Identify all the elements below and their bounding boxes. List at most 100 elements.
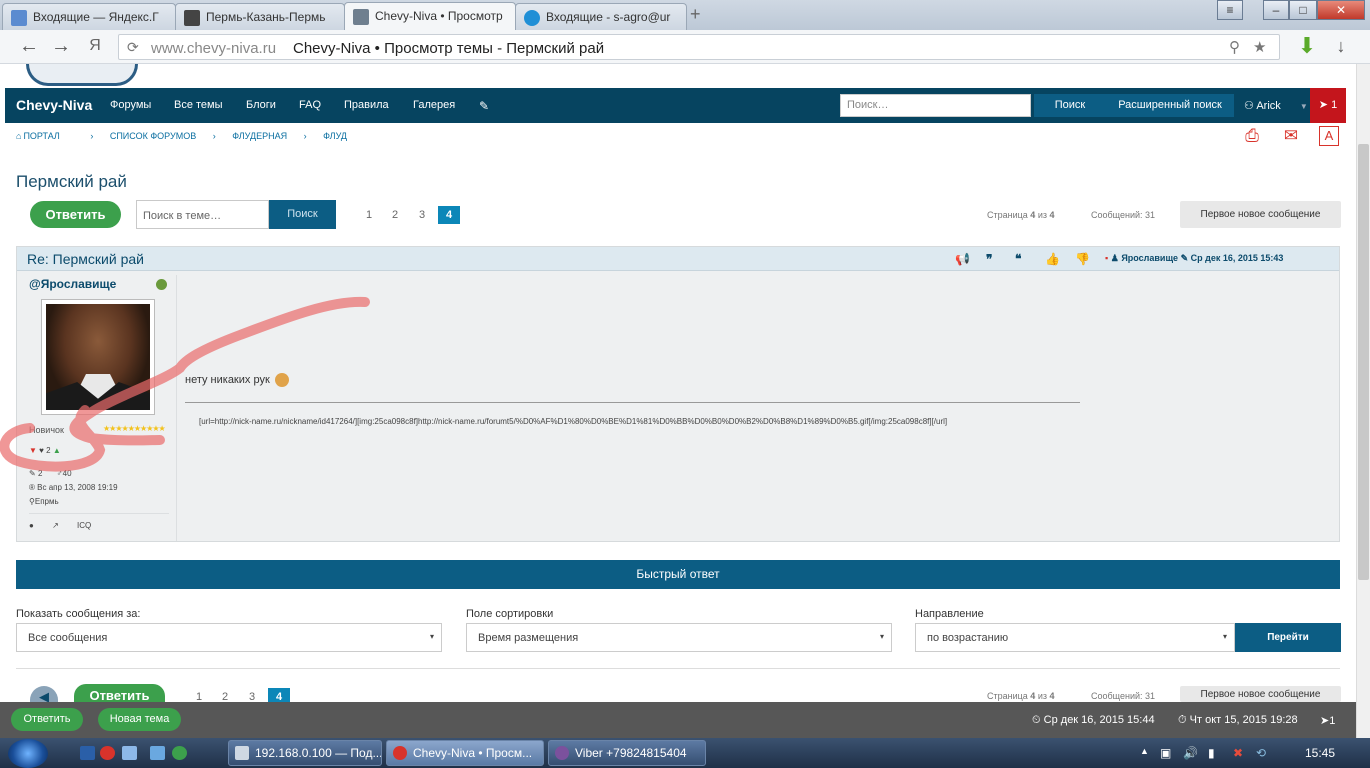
current-time: ⏲ Ср дек 16, 2015 15:44	[1032, 714, 1155, 726]
new-tab-icon[interactable]: +	[690, 5, 708, 24]
arrow-left-icon[interactable]: ←	[18, 36, 40, 58]
save-icon[interactable]	[80, 746, 95, 760]
post-username[interactable]: @Ярославище	[29, 277, 116, 291]
breadcrumb-flud[interactable]: Флуд	[323, 131, 347, 141]
browser-tab-perm-kazan[interactable]: Пермь-Казань-Пермь	[175, 3, 345, 30]
post-profile: @Ярославище Новичок ★★★★★★★★★★ ▼ ♥ 2 ▲ ✎…	[23, 275, 177, 541]
bottombar-reply-button[interactable]: Ответить	[11, 708, 83, 731]
last-visit-time: ⏱ Чт окт 15, 2015 19:28	[1178, 714, 1298, 726]
first-new-message-button[interactable]: Первое новое сообщение	[1180, 201, 1341, 228]
brand-link[interactable]: Chevy-Niva	[16, 97, 92, 113]
nav-search-input[interactable]: Поиск…	[840, 94, 1031, 117]
browser-tab-chevy-niva[interactable]: Chevy-Niva • Просмотр	[344, 2, 516, 30]
breadcrumb-forum-list[interactable]: Список форумов	[110, 131, 196, 141]
maximize-icon[interactable]: □	[1289, 0, 1317, 20]
tray-device-icon[interactable]: ▣	[1160, 746, 1171, 760]
page-scrollbar[interactable]	[1356, 64, 1370, 738]
nav-blogs[interactable]: Блоги	[246, 99, 276, 111]
bottom-messages-count: Сообщений: 31	[1091, 691, 1156, 701]
page-link-2[interactable]: 2	[384, 206, 406, 224]
scrollbar-thumb[interactable]	[1358, 144, 1369, 580]
nav-forums[interactable]: Форумы	[110, 99, 151, 111]
translate-icon[interactable]: A	[1319, 126, 1339, 146]
page-title[interactable]: Пермский рай	[16, 172, 127, 192]
report-icon[interactable]: 📢	[955, 252, 970, 266]
browser-menu-icon[interactable]: ≡	[1217, 0, 1243, 20]
notifications-button[interactable]: ➤ 1	[1310, 88, 1346, 123]
arrow-right-icon[interactable]: →	[50, 36, 72, 58]
sync-icon[interactable]: ⟲	[1256, 746, 1266, 760]
bottom-first-new-message-button[interactable]: Первое новое сообщение	[1180, 686, 1341, 702]
browser-tab-s-agro-mail[interactable]: Входящие - s-agro@ur	[515, 3, 687, 30]
volume-icon[interactable]: 🔊	[1183, 746, 1198, 760]
taskbar-task-remote[interactable]: 192.168.0.100 — Под...	[228, 740, 382, 766]
zoom-icon[interactable]: ⚲	[1229, 38, 1240, 56]
download-icon[interactable]: ⬇	[1296, 35, 1318, 58]
chat-icon[interactable]: ●	[29, 521, 34, 530]
taskbar-clock[interactable]: 15:45	[1305, 746, 1335, 760]
explorer-icon[interactable]	[122, 746, 137, 760]
quote-icon[interactable]: ❞	[986, 252, 992, 266]
breadcrumb-portal[interactable]: ⌂ Портал	[16, 131, 74, 141]
post-signature: [url=http://nick-name.ru/nickname/id4172…	[199, 417, 948, 426]
nav-faq[interactable]: FAQ	[299, 99, 321, 111]
network-tray-icon[interactable]: ▮	[1208, 746, 1215, 760]
close-icon[interactable]: ✕	[1317, 0, 1365, 20]
smiley-icon	[274, 373, 289, 387]
tray-expand-icon[interactable]: ▲	[1140, 746, 1149, 756]
globe-icon[interactable]	[172, 746, 187, 760]
site-icon	[184, 10, 200, 26]
page-link-3[interactable]: 3	[411, 206, 433, 224]
bottombar-new-topic-button[interactable]: Новая тема	[98, 708, 181, 731]
bottom-page-link-4-current[interactable]: 4	[268, 688, 290, 703]
antivirus-icon[interactable]: ✖	[1233, 746, 1243, 760]
windows-start-icon[interactable]	[8, 739, 48, 768]
taskbar-task-viber[interactable]: Viber +79824815404	[548, 740, 706, 766]
star-icon[interactable]: ★	[1253, 38, 1266, 56]
chevron-right-icon: ›	[303, 131, 307, 141]
external-link-icon[interactable]: ↗	[52, 521, 59, 530]
sort-field-select[interactable]: Время размещения ▾	[466, 623, 892, 652]
pin-icon[interactable]: ✎	[479, 99, 489, 113]
nav-gallery[interactable]: Галерея	[413, 99, 455, 111]
thumbs-down-icon[interactable]: ▼	[29, 446, 37, 455]
contact-links: ● ↗ ICQ	[29, 521, 91, 530]
topic-search-button[interactable]: Поиск	[269, 200, 336, 229]
show-messages-select[interactable]: Все сообщения ▾	[16, 623, 442, 652]
caret-down-icon: ▾	[429, 632, 434, 641]
network-icon[interactable]	[150, 746, 165, 760]
email-icon[interactable]: ✉	[1280, 126, 1302, 146]
bottombar-notifications[interactable]: ➤1	[1320, 714, 1335, 727]
post-title[interactable]: Re: Пермский рай	[27, 251, 144, 267]
thumbs-up-icon[interactable]: 👍	[1045, 252, 1060, 266]
multiquote-icon[interactable]: ❝	[1015, 252, 1021, 266]
nav-search-button[interactable]: Поиск	[1034, 94, 1106, 117]
quick-reply-button[interactable]: Быстрый ответ	[16, 560, 1340, 589]
sort-direction-label: Направление	[915, 608, 984, 620]
icq-link[interactable]: ICQ	[77, 521, 91, 530]
go-button[interactable]: Перейти	[1235, 623, 1341, 652]
yandex-browser-icon[interactable]	[100, 746, 115, 760]
url-input[interactable]: ⟳ www.chevy-niva.ru Chevy-Niva • Просмот…	[118, 34, 1280, 60]
reply-button[interactable]: Ответить	[30, 201, 121, 228]
downloads-list-icon[interactable]: ↓	[1330, 36, 1352, 58]
print-icon[interactable]: ⎙	[1241, 126, 1263, 146]
thumbs-down-icon[interactable]: 👎	[1075, 252, 1090, 266]
nav-rules[interactable]: Правила	[344, 99, 389, 111]
sort-direction-select[interactable]: по возрастанию ▾	[915, 623, 1235, 652]
heart-icon: ♥	[39, 446, 44, 455]
site-logo[interactable]	[26, 64, 138, 86]
taskbar-task-browser[interactable]: Chevy-Niva • Просм...	[386, 740, 544, 766]
page-link-1[interactable]: 1	[358, 206, 380, 224]
yandex-logo-icon[interactable]: Я	[84, 36, 106, 58]
topic-search-input[interactable]: Поиск в теме…	[136, 200, 269, 229]
nav-all-topics[interactable]: Все темы	[174, 99, 223, 111]
breadcrumb-fludernaya[interactable]: Флудерная	[232, 131, 287, 141]
advanced-search-button[interactable]: Расширенный поиск	[1106, 94, 1234, 117]
thumbs-up-icon[interactable]: ▲	[53, 446, 61, 455]
user-menu[interactable]: ⚇ Arick ▼	[1244, 99, 1308, 112]
chevy-niva-icon	[353, 9, 369, 25]
browser-tab-yandex-mail[interactable]: Входящие — Яндекс.Г	[2, 3, 176, 30]
page-link-4-current[interactable]: 4	[438, 206, 460, 224]
minimize-icon[interactable]: –	[1263, 0, 1289, 20]
